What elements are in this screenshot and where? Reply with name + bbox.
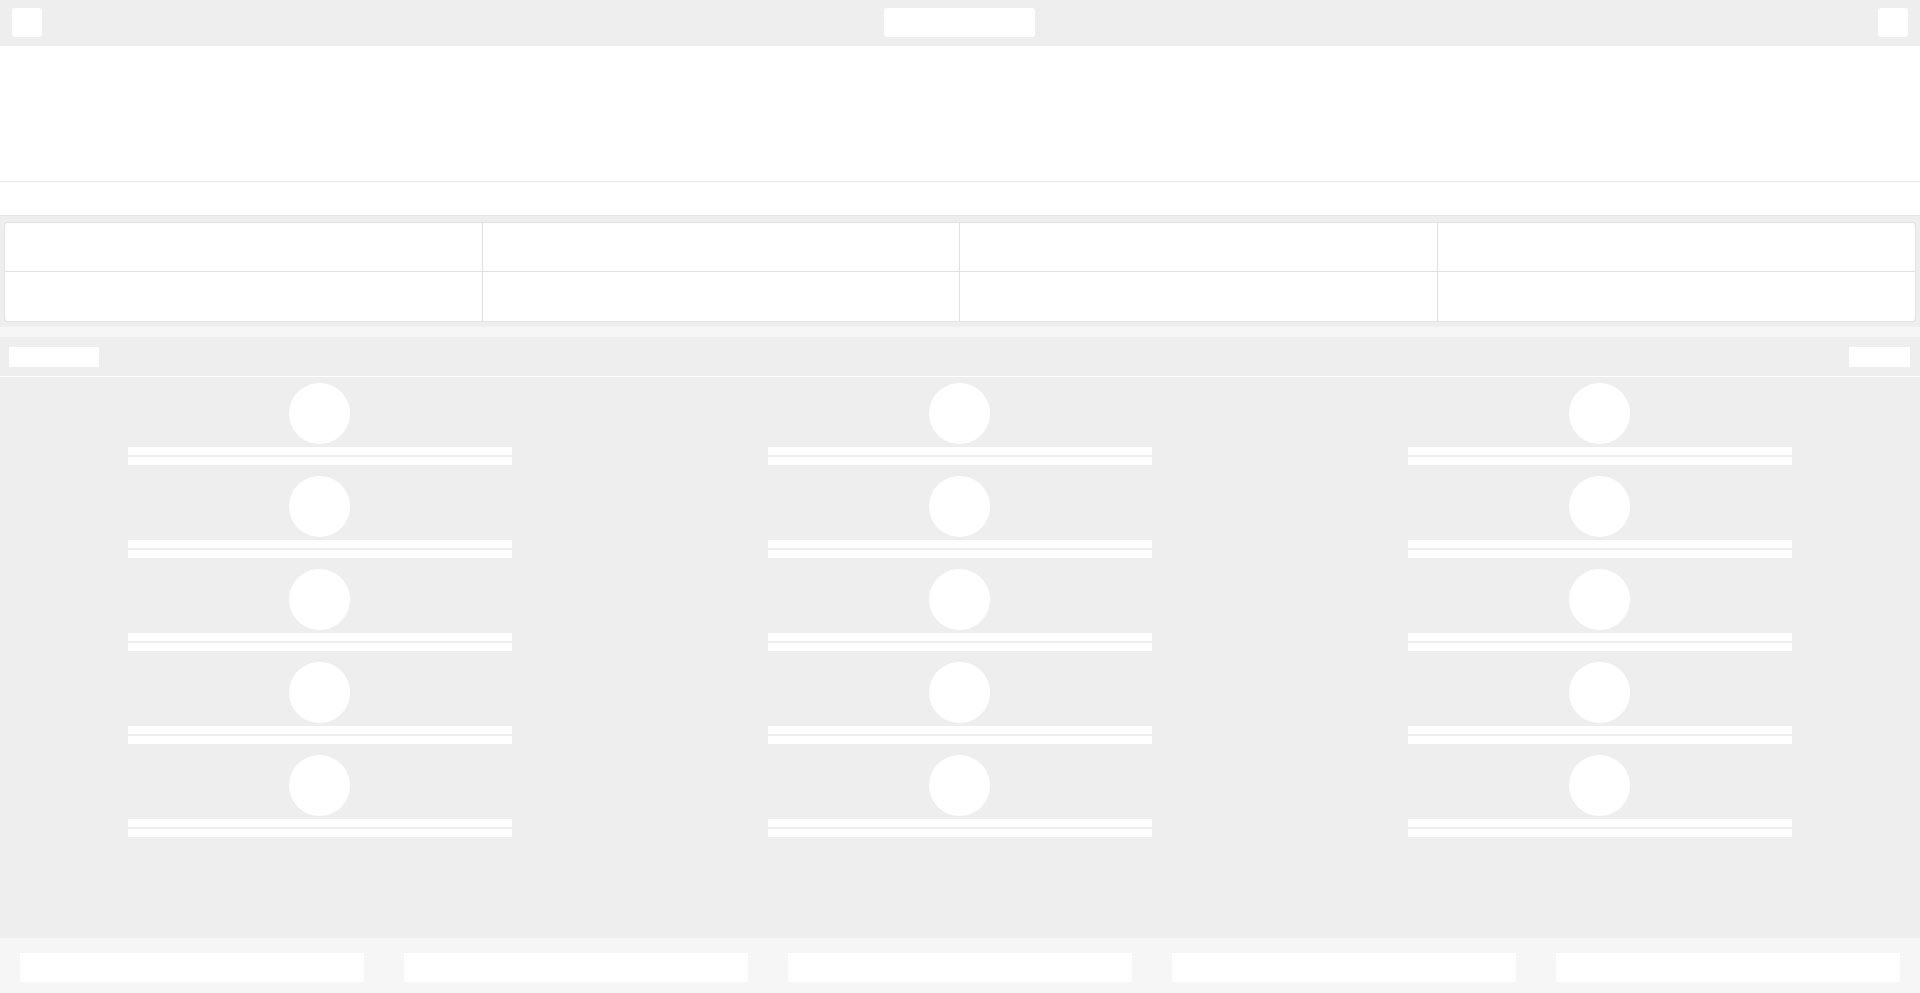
item-title — [768, 540, 1152, 548]
item-title — [128, 633, 512, 641]
item-subtitle — [768, 643, 1152, 651]
item-title — [128, 447, 512, 455]
item-title — [1408, 819, 1792, 827]
item-subtitle — [128, 457, 512, 465]
item-title — [1408, 633, 1792, 641]
list-item[interactable] — [768, 378, 1152, 471]
stat-cell — [960, 272, 1438, 321]
footer-nav — [0, 938, 1920, 993]
avatar — [1569, 383, 1630, 444]
avatar — [1569, 476, 1630, 537]
item-subtitle — [768, 457, 1152, 465]
avatar — [289, 569, 350, 630]
stat-cell — [483, 272, 960, 321]
item-subtitle — [1408, 457, 1792, 465]
menu-button[interactable] — [12, 8, 42, 37]
item-title — [1408, 726, 1792, 734]
stat-cell — [1437, 223, 1915, 272]
stat-cell — [5, 223, 483, 272]
item-title — [1408, 447, 1792, 455]
item-subtitle — [128, 550, 512, 558]
item-title — [1408, 540, 1792, 548]
item-subtitle — [768, 829, 1152, 837]
list-item[interactable] — [128, 471, 512, 564]
item-title — [768, 633, 1152, 641]
item-title — [768, 447, 1152, 455]
list-item[interactable] — [768, 657, 1152, 750]
list-item[interactable] — [768, 750, 1152, 843]
footer-tab-4[interactable] — [1172, 953, 1516, 982]
avatar — [289, 383, 350, 444]
item-subtitle — [768, 736, 1152, 744]
avatar — [289, 476, 350, 537]
item-title — [768, 726, 1152, 734]
item-subtitle — [128, 829, 512, 837]
avatar — [929, 476, 990, 537]
item-subtitle — [128, 643, 512, 651]
avatar — [929, 569, 990, 630]
top-bar — [0, 0, 1920, 46]
item-title — [128, 819, 512, 827]
list-item[interactable] — [128, 657, 512, 750]
avatar — [1569, 662, 1630, 723]
stat-cell — [5, 272, 483, 321]
more-button[interactable] — [1878, 8, 1908, 37]
section-title — [9, 347, 99, 367]
item-grid — [0, 378, 1920, 938]
item-subtitle — [1408, 643, 1792, 651]
section-header — [0, 337, 1920, 377]
item-subtitle — [1408, 829, 1792, 837]
list-item[interactable] — [1408, 378, 1792, 471]
stat-cell — [1438, 272, 1916, 321]
sub-bar — [0, 181, 1920, 216]
item-title — [128, 726, 512, 734]
item-subtitle — [1408, 550, 1792, 558]
list-item[interactable] — [128, 750, 512, 843]
footer-tab-3[interactable] — [788, 953, 1132, 982]
list-item[interactable] — [128, 564, 512, 657]
page-title — [884, 8, 1035, 37]
stat-cell — [960, 223, 1438, 272]
avatar — [289, 755, 350, 816]
footer-tab-1[interactable] — [20, 953, 364, 982]
list-item[interactable] — [128, 378, 512, 471]
avatar — [929, 662, 990, 723]
item-subtitle — [768, 550, 1152, 558]
hero-banner — [0, 46, 1920, 181]
list-item[interactable] — [768, 471, 1152, 564]
avatar — [1569, 755, 1630, 816]
avatar — [1569, 569, 1630, 630]
avatar — [929, 755, 990, 816]
item-title — [128, 540, 512, 548]
list-item[interactable] — [1408, 471, 1792, 564]
section-divider — [0, 327, 1920, 337]
avatar — [289, 662, 350, 723]
list-item[interactable] — [768, 564, 1152, 657]
footer-tab-2[interactable] — [404, 953, 748, 982]
item-title — [768, 819, 1152, 827]
section-action-button[interactable] — [1849, 347, 1910, 367]
stat-cell — [482, 223, 960, 272]
stats-table — [4, 222, 1916, 322]
list-item[interactable] — [1408, 564, 1792, 657]
list-item[interactable] — [1408, 750, 1792, 843]
footer-tab-5[interactable] — [1556, 953, 1900, 982]
item-subtitle — [128, 736, 512, 744]
list-item[interactable] — [1408, 657, 1792, 750]
item-subtitle — [1408, 736, 1792, 744]
avatar — [929, 383, 990, 444]
